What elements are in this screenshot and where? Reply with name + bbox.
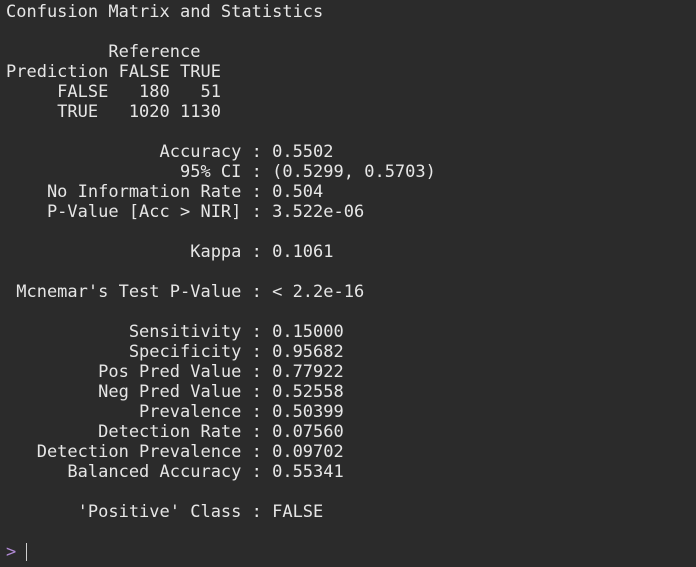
console-line: 'Positive' Class : FALSE bbox=[6, 502, 324, 522]
console-line: Prediction FALSE TRUE bbox=[6, 62, 221, 82]
console-line: Confusion Matrix and Statistics bbox=[6, 2, 324, 22]
console-line: Mcnemar's Test P-Value : < 2.2e-16 bbox=[6, 282, 365, 302]
prompt-symbol: > bbox=[6, 542, 17, 562]
console-line: Accuracy : 0.5502 bbox=[6, 142, 334, 162]
prompt-line[interactable]: > bbox=[6, 542, 626, 562]
console-line: Sensitivity : 0.15000 bbox=[6, 322, 344, 342]
console-line: TRUE 1020 1130 bbox=[6, 102, 221, 122]
console-output: Confusion Matrix and Statistics Referenc… bbox=[6, 2, 436, 522]
console-line: Neg Pred Value : 0.52558 bbox=[6, 382, 344, 402]
console-line: Kappa : 0.1061 bbox=[6, 242, 334, 262]
r-console: Confusion Matrix and Statistics Referenc… bbox=[0, 0, 696, 567]
console-line: P-Value [Acc > NIR] : 3.522e-06 bbox=[6, 202, 365, 222]
console-line: 95% CI : (0.5299, 0.5703) bbox=[6, 162, 436, 182]
console-line: Detection Prevalence : 0.09702 bbox=[6, 442, 344, 462]
console-line: Reference bbox=[6, 42, 201, 62]
console-line: Specificity : 0.95682 bbox=[6, 342, 344, 362]
console-line: Balanced Accuracy : 0.55341 bbox=[6, 462, 344, 482]
console-line: Detection Rate : 0.07560 bbox=[6, 422, 344, 442]
console-input[interactable] bbox=[26, 542, 626, 562]
text-cursor bbox=[26, 543, 28, 561]
console-line: No Information Rate : 0.504 bbox=[6, 182, 324, 202]
console-line: FALSE 180 51 bbox=[6, 82, 221, 102]
console-line: Prevalence : 0.50399 bbox=[6, 402, 344, 422]
console-line: Pos Pred Value : 0.77922 bbox=[6, 362, 344, 382]
